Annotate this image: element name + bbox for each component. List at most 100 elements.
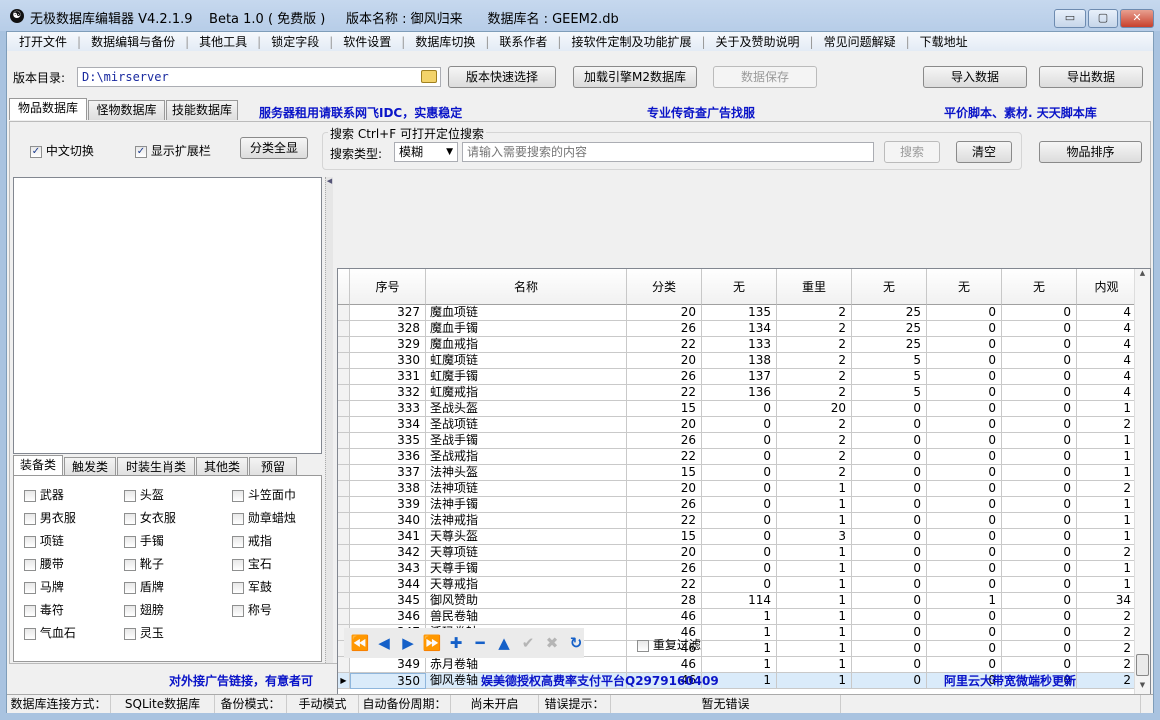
clear-button[interactable]: 清空 bbox=[956, 141, 1012, 163]
table-cell[interactable]: 4 bbox=[1077, 353, 1137, 369]
table-cell[interactable]: 2 bbox=[1077, 625, 1137, 641]
table-cell[interactable]: 1 bbox=[1077, 513, 1137, 529]
table-row[interactable]: 328 魔血手镯 26 134 2 25 0 0 4 bbox=[338, 321, 1138, 337]
scrollbar-thumb[interactable] bbox=[1136, 654, 1149, 676]
table-cell[interactable]: 2 bbox=[1077, 417, 1137, 433]
category-checkbox[interactable]: 靴子 bbox=[124, 555, 164, 572]
export-button[interactable]: 导出数据 bbox=[1039, 66, 1143, 88]
table-cell[interactable]: 0 bbox=[1002, 625, 1077, 641]
table-cell[interactable]: 1 bbox=[777, 625, 852, 641]
table-cell[interactable]: 0 bbox=[1002, 385, 1077, 401]
table-cell[interactable]: 法神手镯 bbox=[426, 497, 627, 513]
table-cell[interactable]: 337 bbox=[350, 465, 426, 481]
ad-top-1[interactable]: 服务器租用请联系网飞IDC，实惠稳定 bbox=[259, 104, 462, 121]
table-cell[interactable]: 0 bbox=[702, 561, 777, 577]
table-cell[interactable]: 圣战头盔 bbox=[426, 401, 627, 417]
table-cell[interactable]: 虹魔手镯 bbox=[426, 369, 627, 385]
table-cell[interactable]: 0 bbox=[702, 433, 777, 449]
table-cell[interactable]: 5 bbox=[852, 385, 927, 401]
search-type-select[interactable]: 模糊 ▼ bbox=[394, 142, 458, 162]
menu-item[interactable]: 数据库切换 bbox=[407, 33, 483, 50]
table-cell[interactable]: 1 bbox=[1077, 497, 1137, 513]
table-cell[interactable]: 0 bbox=[1002, 417, 1077, 433]
category-checkbox[interactable]: 灵玉 bbox=[124, 624, 164, 641]
chinese-switch-checkbox[interactable]: ✓ 中文切换 bbox=[30, 142, 94, 159]
category-checkbox[interactable]: 宝石 bbox=[232, 555, 272, 572]
category-checkbox[interactable]: 武器 bbox=[24, 486, 64, 503]
column-header[interactable]: 序号 bbox=[350, 269, 426, 305]
category-checkbox[interactable]: 斗笠面巾 bbox=[232, 486, 296, 503]
table-cell[interactable]: 0 bbox=[1002, 641, 1077, 657]
table-cell[interactable]: 339 bbox=[350, 497, 426, 513]
table-cell[interactable]: 0 bbox=[1002, 321, 1077, 337]
category-checkbox[interactable]: 腰带 bbox=[24, 555, 64, 572]
table-cell[interactable]: 0 bbox=[852, 577, 927, 593]
table-cell[interactable]: 136 bbox=[702, 385, 777, 401]
table-cell[interactable]: 25 bbox=[852, 321, 927, 337]
table-cell[interactable]: 333 bbox=[350, 401, 426, 417]
table-cell[interactable]: 法神头盔 bbox=[426, 465, 627, 481]
delete-icon[interactable]: ━ bbox=[470, 634, 490, 652]
table-cell[interactable]: 0 bbox=[852, 609, 927, 625]
table-cell[interactable]: 0 bbox=[1002, 545, 1077, 561]
table-cell[interactable]: 天尊项链 bbox=[426, 545, 627, 561]
menu-item[interactable]: 下载地址 bbox=[912, 33, 976, 50]
table-cell[interactable]: 114 bbox=[702, 593, 777, 609]
table-cell[interactable]: 25 bbox=[852, 337, 927, 353]
splitter[interactable]: ◀ bbox=[325, 177, 333, 663]
table-cell[interactable]: 331 bbox=[350, 369, 426, 385]
table-cell[interactable]: 0 bbox=[927, 369, 1002, 385]
tab-items[interactable]: 物品数据库 bbox=[9, 98, 87, 120]
table-cell[interactable]: 0 bbox=[1002, 481, 1077, 497]
table-row[interactable]: 341 天尊头盔 15 0 3 0 0 0 1 bbox=[338, 529, 1138, 545]
table-cell[interactable]: 22 bbox=[627, 513, 702, 529]
category-checkbox[interactable]: 军鼓 bbox=[232, 578, 272, 595]
table-cell[interactable]: 26 bbox=[627, 369, 702, 385]
table-cell[interactable]: 1 bbox=[777, 657, 852, 673]
table-cell[interactable]: 5 bbox=[852, 353, 927, 369]
category-checkbox[interactable]: 称号 bbox=[232, 601, 272, 618]
table-cell[interactable]: 4 bbox=[1077, 321, 1137, 337]
column-header[interactable]: 名称 bbox=[426, 269, 627, 305]
table-cell[interactable]: 2 bbox=[1077, 673, 1137, 689]
table-row[interactable]: 330 虹魔项链 20 138 2 5 0 0 4 bbox=[338, 353, 1138, 369]
table-cell[interactable]: 1 bbox=[777, 673, 852, 689]
ad-top-3[interactable]: 平价脚本、素材. 天天脚本库 bbox=[944, 104, 1097, 121]
table-cell[interactable]: 0 bbox=[852, 513, 927, 529]
table-cell[interactable]: 0 bbox=[1002, 513, 1077, 529]
category-checkbox[interactable]: 盾牌 bbox=[124, 578, 164, 595]
dup-filter-checkbox[interactable]: 重复过滤 bbox=[637, 636, 701, 653]
menu-item[interactable]: 接软件定制及功能扩展 bbox=[563, 33, 699, 50]
table-cell[interactable]: 0 bbox=[927, 321, 1002, 337]
table-cell[interactable]: 0 bbox=[927, 497, 1002, 513]
tab-skills[interactable]: 技能数据库 bbox=[166, 100, 238, 120]
table-cell[interactable]: 天尊手镯 bbox=[426, 561, 627, 577]
table-cell[interactable]: 0 bbox=[927, 353, 1002, 369]
table-cell[interactable]: 0 bbox=[927, 529, 1002, 545]
table-cell[interactable]: 0 bbox=[1002, 465, 1077, 481]
table-cell[interactable]: 332 bbox=[350, 385, 426, 401]
table-row[interactable]: 345 御风赞助 28 114 1 0 1 0 34 bbox=[338, 593, 1138, 609]
table-cell[interactable]: 346 bbox=[350, 609, 426, 625]
table-cell[interactable]: 2 bbox=[1077, 481, 1137, 497]
table-cell[interactable]: 3 bbox=[777, 529, 852, 545]
table-cell[interactable]: 134 bbox=[702, 321, 777, 337]
table-cell[interactable]: 0 bbox=[852, 417, 927, 433]
table-row[interactable]: 332 虹魔戒指 22 136 2 5 0 0 4 bbox=[338, 385, 1138, 401]
table-cell[interactable]: 334 bbox=[350, 417, 426, 433]
table-cell[interactable]: 0 bbox=[927, 577, 1002, 593]
table-cell[interactable]: 26 bbox=[627, 561, 702, 577]
table-cell[interactable]: 22 bbox=[627, 385, 702, 401]
show-all-categories-button[interactable]: 分类全显 bbox=[240, 137, 308, 159]
table-cell[interactable]: 4 bbox=[1077, 385, 1137, 401]
category-checkbox[interactable]: 手镯 bbox=[124, 532, 164, 549]
table-cell[interactable]: 0 bbox=[1002, 561, 1077, 577]
table-cell[interactable]: 御风赞助 bbox=[426, 593, 627, 609]
table-cell[interactable]: 0 bbox=[1002, 449, 1077, 465]
column-header[interactable]: 无 bbox=[1002, 269, 1077, 305]
table-cell[interactable]: 341 bbox=[350, 529, 426, 545]
table-cell[interactable]: 343 bbox=[350, 561, 426, 577]
dir-input[interactable]: D:\mirserver bbox=[77, 67, 441, 87]
menu-item[interactable]: 关于及赞助说明 bbox=[708, 33, 808, 50]
table-cell[interactable]: 1 bbox=[927, 593, 1002, 609]
